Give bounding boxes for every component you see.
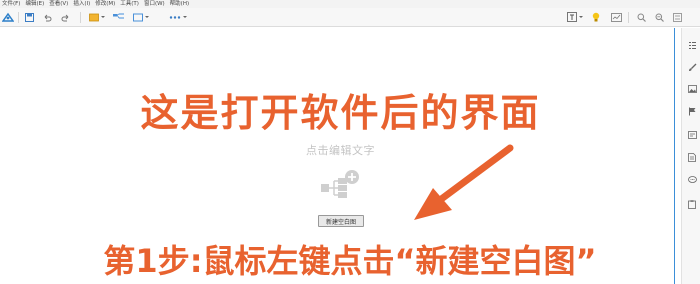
canvas-hint-text: 点击编辑文字 <box>306 144 375 157</box>
comment-icon[interactable] <box>687 175 697 185</box>
app-logo-icon[interactable] <box>2 11 14 23</box>
new-mindmap-icon[interactable] <box>317 168 363 202</box>
menu-bar: 文件(F) 编辑(E) 查看(V) 插入(I) 修改(M) 工具(T) 窗口(W… <box>0 0 700 8</box>
undo-icon[interactable] <box>42 11 52 23</box>
menu-help[interactable]: 帮助(H) <box>170 0 189 8</box>
flag-icon[interactable] <box>687 106 697 116</box>
search-icon[interactable] <box>636 11 646 23</box>
toolbar <box>0 8 700 27</box>
redo-icon[interactable] <box>60 11 70 23</box>
menu-tools[interactable]: 工具(T) <box>120 0 139 8</box>
task-icon[interactable] <box>687 199 697 209</box>
idea-icon[interactable] <box>591 11 601 23</box>
new-blank-map-button[interactable]: 新建空白图 <box>318 215 364 227</box>
presentation-icon[interactable] <box>610 11 622 23</box>
topic-icon[interactable] <box>566 11 584 23</box>
note-icon[interactable] <box>687 130 697 140</box>
zoom-icon[interactable] <box>654 11 664 23</box>
brush-icon[interactable] <box>687 62 697 72</box>
tutorial-caption-top: 这是打开软件后的界面 <box>140 91 541 135</box>
settings-icon[interactable] <box>672 11 682 23</box>
image-icon[interactable] <box>687 84 697 94</box>
style-icon[interactable] <box>132 11 150 23</box>
menu-edit[interactable]: 编辑(E) <box>25 0 44 8</box>
menu-insert[interactable]: 插入(I) <box>73 0 90 8</box>
menu-file[interactable]: 文件(F) <box>2 0 20 8</box>
menu-window[interactable]: 窗口(W) <box>144 0 165 8</box>
tutorial-caption-bottom: 第1步:鼠标左键点击“新建空白图” <box>103 242 597 280</box>
layout-icon[interactable] <box>112 11 124 23</box>
save-icon[interactable] <box>24 11 34 23</box>
document-icon[interactable] <box>687 152 697 162</box>
outline-icon[interactable] <box>687 40 697 50</box>
theme-icon[interactable] <box>88 11 106 23</box>
menu-modify[interactable]: 修改(M) <box>95 0 115 8</box>
more-icon[interactable] <box>168 11 188 23</box>
menu-view[interactable]: 查看(V) <box>49 0 68 8</box>
